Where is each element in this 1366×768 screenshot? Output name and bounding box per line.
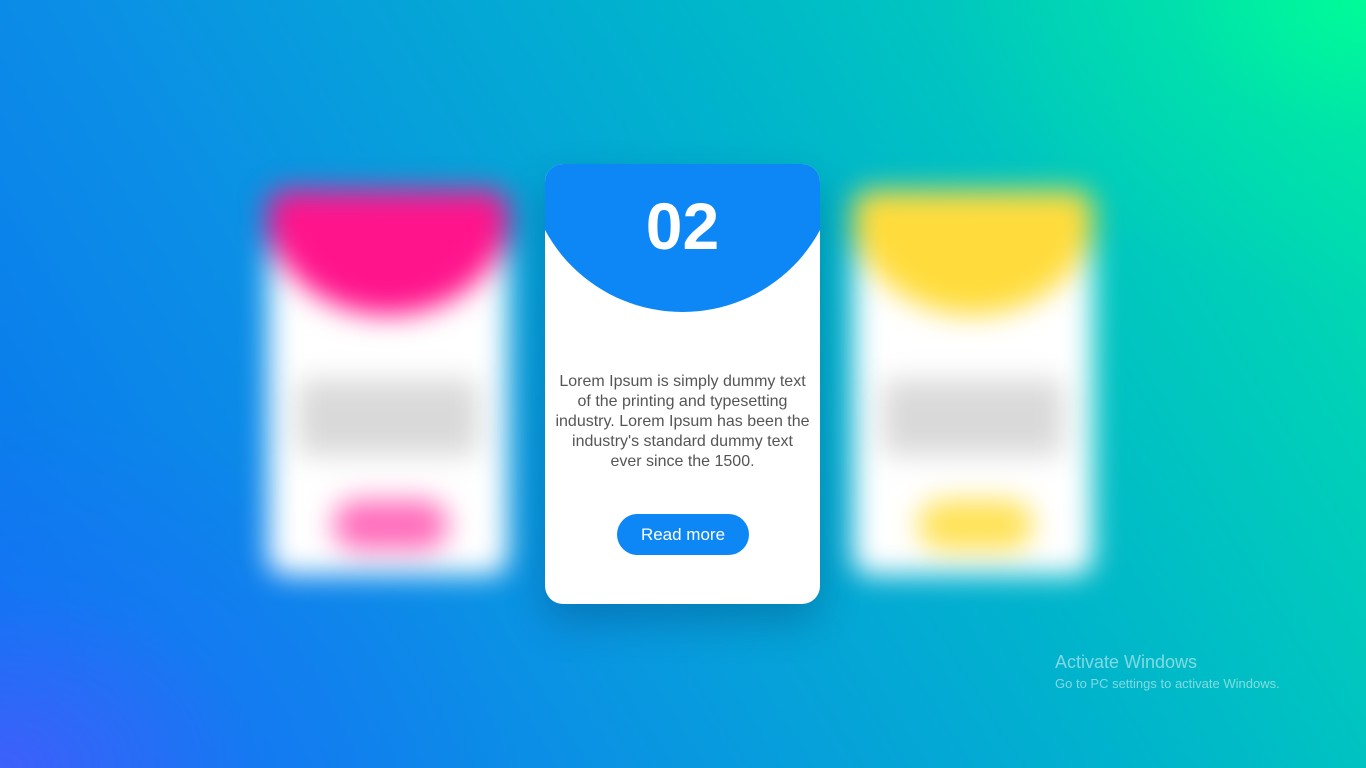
card-right-button-blurred[interactable] (918, 500, 1033, 550)
card-right-header-shape (853, 190, 1093, 315)
card-number: 02 (645, 189, 720, 263)
card-description: Lorem Ipsum is simply dummy text of the … (555, 373, 810, 470)
card-left-body (268, 190, 508, 575)
watermark-title: Activate Windows (1055, 652, 1198, 672)
read-more-button[interactable]: Read more (617, 514, 749, 555)
card-center: 02 Lorem Ipsum is simply dummy text of t… (545, 164, 820, 604)
card-right-text-placeholder (883, 380, 1063, 455)
card-left-text-placeholder (298, 380, 478, 455)
watermark-subtitle: Go to PC settings to activate Windows. (1055, 676, 1280, 691)
card-left-header-shape (268, 190, 508, 315)
card-right-blurred[interactable] (853, 190, 1093, 575)
card-right-body (853, 190, 1093, 575)
card-left-button-blurred[interactable] (333, 500, 448, 550)
activation-watermark: Activate Windows Go to PC settings to ac… (1055, 651, 1280, 693)
card-left-blurred[interactable] (268, 190, 508, 575)
